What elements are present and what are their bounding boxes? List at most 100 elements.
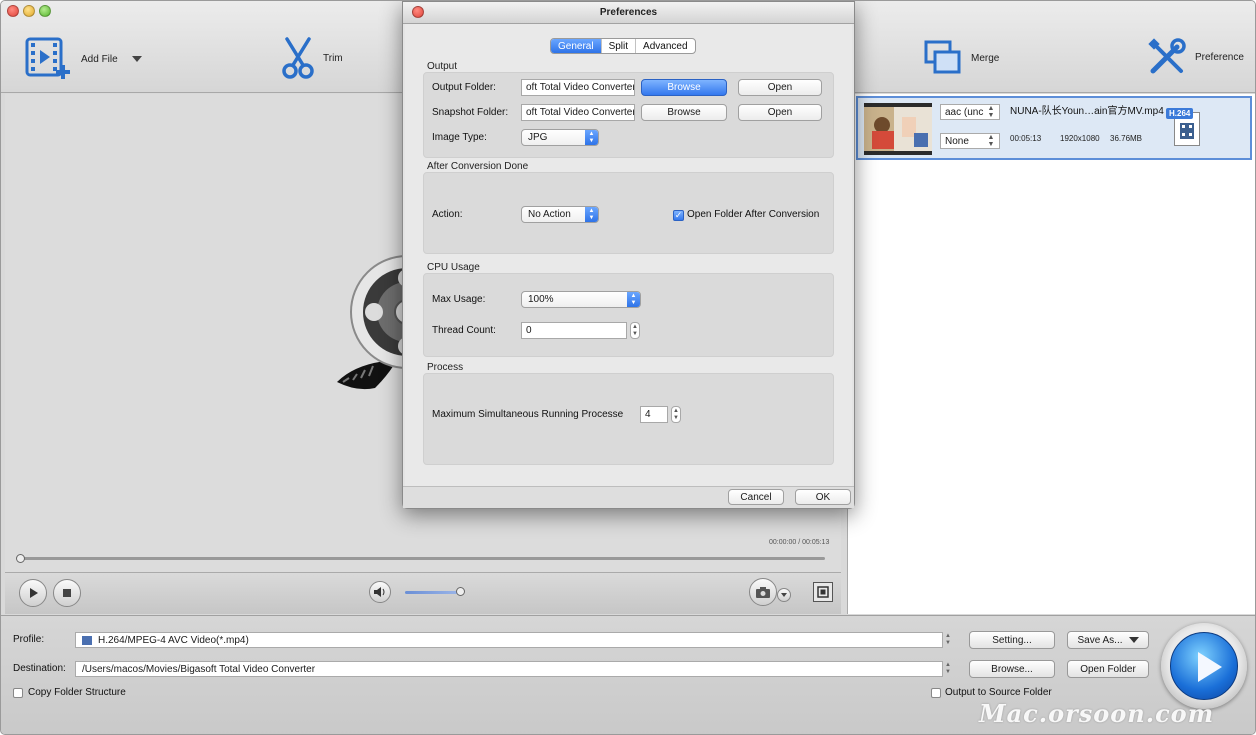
window-minimize-button[interactable] [23, 5, 35, 17]
profile-select[interactable]: H.264/MPEG-4 AVC Video(*.mp4) [75, 632, 943, 648]
tab-general[interactable]: General [551, 39, 601, 53]
snapshot-folder-field[interactable]: oft Total Video Converter [521, 104, 635, 121]
output-section-title: Output [427, 61, 458, 72]
setting-label: Setting... [992, 634, 1032, 646]
stop-button[interactable] [53, 579, 81, 607]
profile-label: Profile: [13, 634, 45, 645]
destination-value: /Users/macos/Movies/Bigasoft Total Video… [82, 663, 316, 675]
updown-arrows-icon: ▲ ▼ [987, 105, 995, 119]
open-folder-after-conversion-label: Open Folder After Conversion [687, 209, 820, 220]
stop-icon [63, 589, 71, 597]
tab-advanced[interactable]: Advanced [635, 39, 694, 53]
browse-label: Browse [667, 82, 701, 93]
after-conversion-section-title: After Conversion Done [427, 161, 529, 172]
dialog-close-button[interactable] [412, 6, 424, 18]
image-type-value: JPG [528, 132, 548, 143]
destination-updown-icon[interactable]: ▲ ▼ [945, 662, 951, 676]
cpu-section-title: CPU Usage [427, 262, 480, 273]
window-zoom-button[interactable] [39, 5, 51, 17]
after-conversion-group: Action: No Action ▲ ▼ ✓ Open Folder After… [423, 172, 834, 254]
open-folder-after-conversion-checkbox[interactable]: ✓ [673, 210, 684, 221]
action-select[interactable]: No Action ▲ ▼ [521, 206, 599, 223]
audio-track-select[interactable]: aac (unc ▲ ▼ [940, 104, 1000, 120]
output-to-source-checkbox[interactable] [931, 688, 941, 698]
open-label: Open [767, 82, 793, 93]
open-folder-label: Open Folder [1080, 663, 1136, 675]
trim-button[interactable]: Trim [281, 37, 343, 79]
copy-folder-structure-checkbox[interactable] [13, 688, 23, 698]
copy-folder-structure-label: Copy Folder Structure [28, 687, 126, 698]
merge-button[interactable]: Merge [923, 39, 999, 77]
max-processes-field[interactable]: 4 [640, 406, 668, 423]
updown-arrows-icon: ▲ ▼ [627, 292, 640, 307]
destination-browse-button[interactable]: Browse... [969, 660, 1055, 678]
window-close-button[interactable] [7, 5, 19, 17]
app-window: Add File Trim Merge Preference 00:00:00 … [0, 0, 1256, 735]
mute-button[interactable] [369, 581, 391, 603]
subtitle-value: None [945, 135, 969, 147]
trim-label: Trim [323, 52, 343, 64]
scissors-icon [282, 37, 314, 79]
dialog-title: Preferences [599, 7, 658, 18]
file-size: 36.76MB [1110, 134, 1143, 143]
file-resolution: 1920x1080 [1060, 134, 1100, 143]
play-icon [30, 588, 38, 598]
subtitle-select[interactable]: None ▲ ▼ [940, 133, 1000, 149]
fullscreen-button[interactable] [813, 582, 833, 602]
snapshot-button[interactable] [749, 578, 777, 606]
snapshot-open-button[interactable]: Open [738, 104, 822, 121]
play-icon [1198, 652, 1222, 682]
seek-handle[interactable] [16, 554, 25, 563]
codec-badge[interactable]: H.264 [1166, 108, 1204, 148]
file-duration: 00:05:13 [1010, 134, 1042, 143]
snapshot-dropdown-button[interactable] [777, 588, 791, 602]
updown-arrows-icon: ▲ ▼ [585, 207, 598, 222]
output-browse-button[interactable]: Browse [641, 79, 727, 96]
add-file-label: Add File [81, 53, 118, 65]
open-folder-button[interactable]: Open Folder [1067, 660, 1149, 678]
dialog-title-bar: Preferences [403, 2, 854, 24]
fullscreen-icon [817, 586, 829, 598]
tab-split[interactable]: Split [600, 39, 635, 53]
open-label: Open [767, 107, 793, 118]
merge-icon [924, 40, 961, 74]
max-usage-select[interactable]: 100% ▲ ▼ [521, 291, 641, 308]
file-list-item[interactable]: aac (unc ▲ ▼ None ▲ ▼ NUNA-队长Youn…ain官方MV.… [856, 96, 1252, 160]
preference-button[interactable]: Preference [1147, 37, 1244, 77]
max-processes-stepper[interactable]: ▲ ▼ [671, 406, 681, 423]
destination-field[interactable]: /Users/macos/Movies/Bigasoft Total Video… [75, 661, 943, 677]
updown-arrows-icon: ▲ ▼ [585, 130, 598, 145]
convert-button[interactable] [1161, 623, 1247, 709]
watermark: Mac.orsoon.com [979, 699, 1215, 728]
browse-label: Browse [667, 107, 701, 118]
thread-count-label: Thread Count: [432, 325, 496, 336]
seek-bar[interactable] [17, 557, 825, 560]
save-as-button[interactable]: Save As... [1067, 631, 1149, 649]
image-type-select[interactable]: JPG ▲ ▼ [521, 129, 599, 146]
thread-count-field[interactable]: 0 [521, 322, 627, 339]
output-folder-field[interactable]: oft Total Video Converter [521, 79, 635, 96]
output-open-button[interactable]: Open [738, 79, 822, 96]
chevron-down-icon [1128, 637, 1139, 643]
max-processes-value: 4 [645, 409, 651, 420]
add-file-dropdown-icon[interactable] [131, 56, 142, 62]
action-value: No Action [528, 209, 571, 220]
process-section-title: Process [427, 362, 464, 373]
audio-track-value: aac (unc [945, 106, 984, 118]
cancel-button[interactable]: Cancel [728, 489, 784, 505]
ok-button[interactable]: OK [795, 489, 851, 505]
max-usage-value: 100% [528, 294, 554, 305]
thread-count-stepper[interactable]: ▲ ▼ [630, 322, 640, 339]
snapshot-browse-button[interactable]: Browse [641, 104, 727, 121]
process-group: Maximum Simultaneous Running Processe 4 … [423, 373, 834, 465]
cancel-label: Cancel [740, 491, 772, 503]
volume-slider[interactable] [405, 591, 461, 594]
add-file-button[interactable]: Add File [25, 37, 142, 81]
play-button[interactable] [19, 579, 47, 607]
video-thumbnail [864, 103, 932, 155]
volume-handle[interactable] [456, 587, 466, 596]
setting-button[interactable]: Setting... [969, 631, 1055, 649]
profile-updown-icon[interactable]: ▲ ▼ [945, 633, 951, 647]
speaker-icon [374, 587, 385, 597]
output-folder-label: Output Folder: [432, 82, 496, 93]
